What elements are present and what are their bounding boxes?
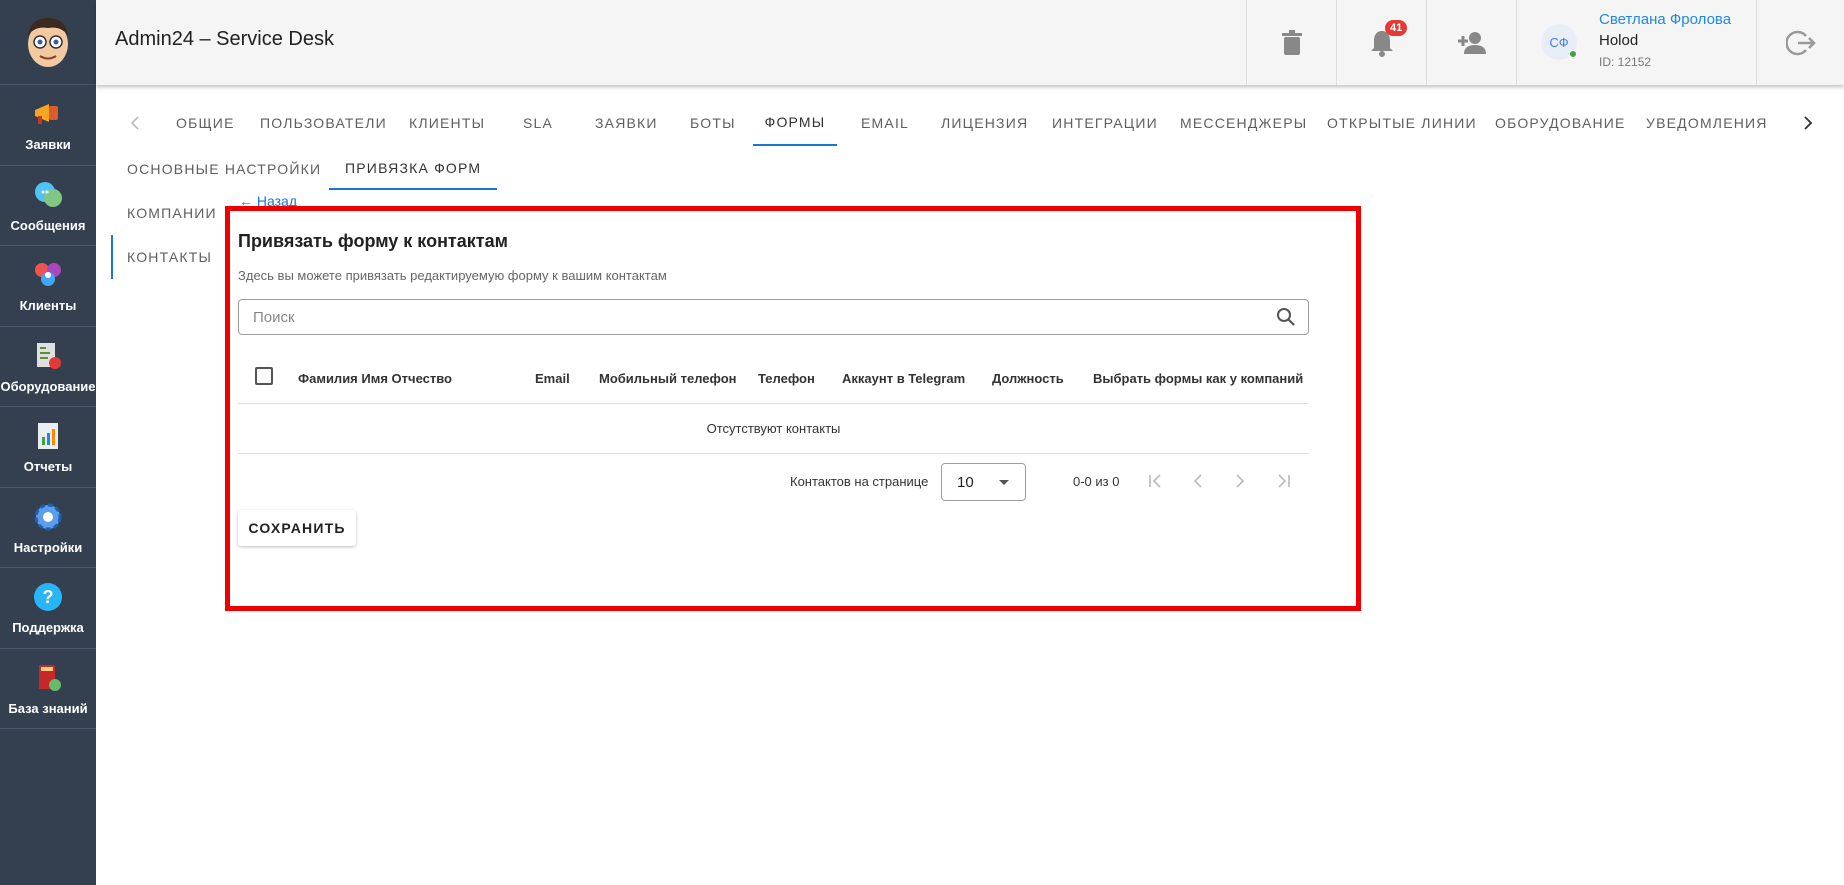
avatar-initials: СФ [1549, 34, 1569, 50]
column-header-full-name[interactable]: Фамилия Имя Отчество [298, 352, 452, 404]
clients-icon [35, 263, 61, 287]
tab-email[interactable]: EMAIL [861, 100, 909, 146]
previous-page-button[interactable] [1185, 468, 1211, 494]
column-header-select-forms[interactable]: Выбрать формы как у компаний [1093, 352, 1303, 404]
tabs-scroll-left-button[interactable] [130, 100, 140, 146]
pagination-range: 0-0 из 0 [1073, 474, 1120, 489]
sidebar-item-label: База знаний [8, 700, 88, 716]
column-header-position[interactable]: Должность [992, 352, 1064, 404]
user-profile[interactable]: СФ Светлана Фролова Holod ID: 12152 [1516, 0, 1756, 85]
user-company: Holod [1599, 32, 1639, 49]
online-status-dot [1569, 50, 1577, 58]
help-icon: ? [34, 583, 62, 612]
tab-general[interactable]: ОБЩИЕ [176, 100, 235, 146]
save-button[interactable]: СОХРАНИТЬ [238, 510, 356, 546]
sidebar-item-messages[interactable]: Сообщения [0, 166, 96, 246]
equipment-icon [37, 342, 61, 369]
search-icon[interactable] [1276, 307, 1296, 327]
chat-icon [35, 181, 62, 207]
table-header: Фамилия Имя Отчество Email Мобильный тел… [238, 352, 1309, 404]
sidebar-item-support[interactable]: ? Поддержка [0, 568, 96, 649]
chevron-left-icon [1193, 474, 1202, 488]
notification-badge: 41 [1385, 20, 1408, 36]
empty-table-message: Отсутствуют контакты [238, 404, 1309, 454]
tab-open-lines[interactable]: ОТКРЫТЫЕ ЛИНИИ [1327, 100, 1477, 146]
column-header-email[interactable]: Email [535, 352, 570, 404]
vtab-companies[interactable]: КОМПАНИИ [111, 191, 221, 235]
last-page-button[interactable] [1270, 468, 1296, 494]
user-name[interactable]: Светлана Фролова [1599, 11, 1731, 28]
tab-sla[interactable]: SLA [523, 100, 553, 146]
tab-integrations[interactable]: ИНТЕГРАЦИИ [1052, 100, 1158, 146]
chevron-right-icon [1804, 116, 1813, 130]
trash-icon [1281, 29, 1302, 55]
column-header-telegram[interactable]: Аккаунт в Telegram [842, 352, 965, 404]
search-input[interactable] [253, 300, 1233, 334]
rows-per-page-select[interactable]: 10 [941, 463, 1026, 501]
sidebar-item-reports[interactable]: Отчеты [0, 407, 96, 488]
chevron-right-icon [1236, 474, 1245, 488]
notifications-button[interactable]: 41 [1336, 0, 1426, 85]
add-user-button[interactable] [1426, 0, 1516, 85]
vtab-contacts[interactable]: КОНТАКТЫ [111, 235, 221, 279]
sidebar-item-knowledge-base[interactable]: База знаний [0, 649, 96, 729]
svg-text:?: ? [43, 587, 54, 607]
sidebar-item-label: Поддержка [12, 620, 84, 636]
last-page-icon [1278, 474, 1290, 488]
app-title: Admin24 – Service Desk [115, 28, 334, 50]
settings-tabs: ОБЩИЕ ПОЛЬЗОВАТЕЛИ КЛИЕНТЫ SLA ЗАЯВКИ БО… [96, 100, 1844, 146]
logout-button[interactable] [1756, 0, 1844, 85]
user-id: ID: 12152 [1599, 55, 1652, 69]
sidebar-item-settings[interactable]: Настройки [0, 488, 96, 568]
sidebar-item-label: Оборудование [0, 378, 96, 394]
search-field[interactable] [238, 299, 1309, 335]
chevron-left-icon [130, 116, 139, 130]
avatar-logo-icon [28, 18, 68, 67]
first-page-icon [1149, 474, 1161, 488]
sidebar-item-tickets[interactable]: Заявки [0, 85, 96, 166]
next-page-button[interactable] [1227, 468, 1253, 494]
caret-down-icon [999, 480, 1009, 485]
tab-license[interactable]: ЛИЦЕНЗИЯ [941, 100, 1028, 146]
tabs-scroll-right-button[interactable] [1803, 100, 1813, 146]
megaphone-icon [35, 104, 58, 125]
panel-subtitle: Здесь вы можете привязать редактируемую … [238, 268, 667, 283]
tab-forms[interactable]: ФОРМЫ [753, 100, 837, 146]
gear-icon [34, 503, 62, 531]
rows-per-page-label: Контактов на странице [790, 474, 929, 489]
subtab-main-settings[interactable]: ОСНОВНЫЕ НАСТРОЙКИ [111, 148, 337, 190]
sidebar-item-clients[interactable]: Клиенты [0, 246, 96, 327]
logo[interactable] [0, 0, 96, 85]
tab-users[interactable]: ПОЛЬЗОВАТЕЛИ [260, 100, 387, 146]
sidebar: Заявки Сообщения Клиенты Оборудование От… [0, 0, 96, 885]
sidebar-item-label: Заявки [25, 137, 71, 153]
rows-per-page-value: 10 [957, 474, 974, 491]
sidebar-item-equipment[interactable]: Оборудование [0, 327, 96, 407]
subtab-form-binding[interactable]: ПРИВЯЗКА ФОРМ [329, 148, 498, 190]
header: Admin24 – Service Desk 41 СФ Светлана Фр… [96, 0, 1844, 85]
sidebar-item-label: Сообщения [10, 217, 86, 233]
avatar: СФ [1541, 24, 1577, 60]
tab-equipment[interactable]: ОБОРУДОВАНИЕ [1495, 100, 1626, 146]
column-header-phone[interactable]: Телефон [758, 352, 815, 404]
column-header-mobile-phone[interactable]: Мобильный телефон [599, 352, 737, 404]
logout-icon [1785, 30, 1816, 55]
tab-clients[interactable]: КЛИЕНТЫ [409, 100, 485, 146]
report-icon [38, 423, 58, 450]
book-icon [39, 664, 61, 691]
first-page-button[interactable] [1143, 468, 1169, 494]
sidebar-item-label: Настройки [13, 539, 83, 555]
select-all-checkbox[interactable] [255, 367, 273, 385]
tab-bots[interactable]: БОТЫ [690, 100, 736, 146]
tab-tickets[interactable]: ЗАЯВКИ [595, 100, 658, 146]
tab-messengers[interactable]: МЕССЕНДЖЕРЫ [1180, 100, 1307, 146]
trash-button[interactable] [1246, 0, 1336, 85]
tab-notifications[interactable]: УВЕДОМЛЕНИЯ [1646, 100, 1768, 146]
add-user-icon [1457, 31, 1486, 54]
sidebar-item-label: Клиенты [19, 298, 77, 314]
sidebar-item-label: Отчеты [23, 459, 73, 475]
panel-title: Привязать форму к контактам [238, 231, 508, 251]
